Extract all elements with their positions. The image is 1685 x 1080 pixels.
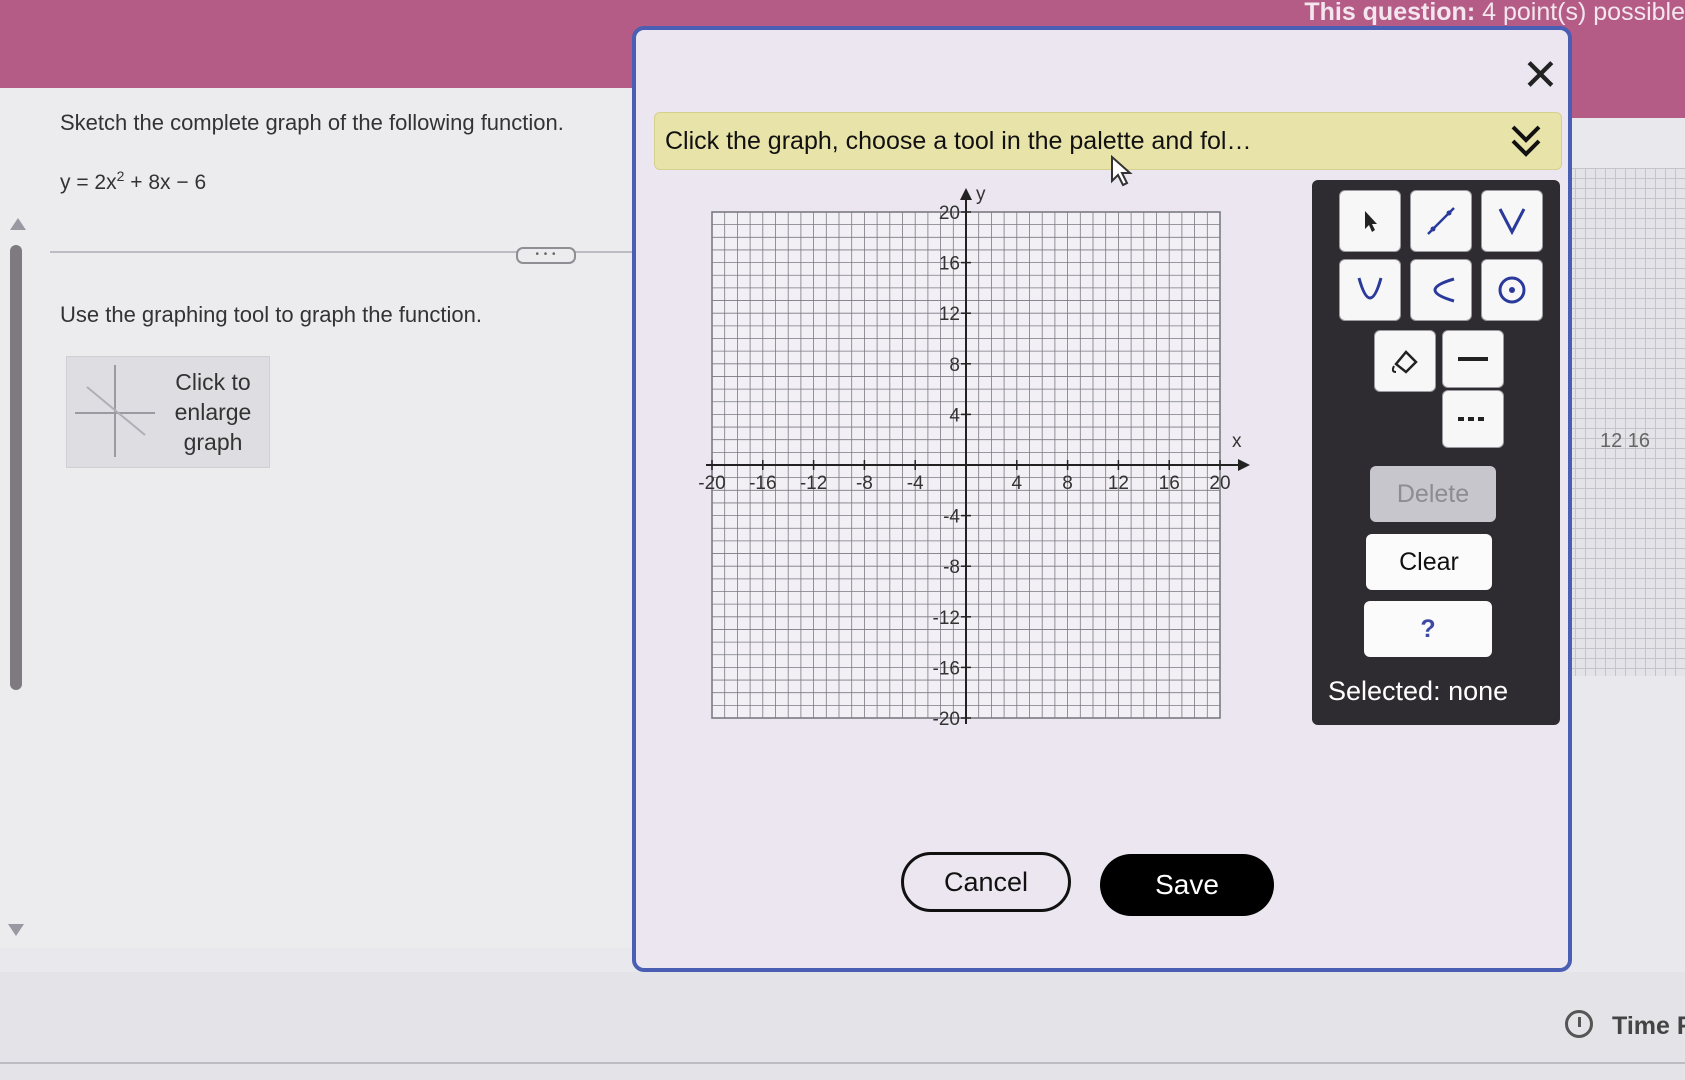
close-icon[interactable]: ✕	[1522, 54, 1559, 98]
x-tick-label: -20	[698, 473, 725, 494]
circle-icon	[1498, 276, 1526, 304]
parabola-up-tool[interactable]	[1339, 259, 1401, 321]
equation-rest: + 8x − 6	[124, 171, 207, 194]
graph-thumbnail-icon	[75, 365, 155, 457]
y-axis-arrow-icon	[960, 188, 972, 200]
x-tick-label: -12	[800, 473, 827, 494]
background-graph-strip	[1555, 168, 1685, 676]
pointer-tool[interactable]	[1339, 190, 1401, 252]
circle-tool[interactable]	[1481, 259, 1543, 321]
x-axis-label: x	[1232, 431, 1242, 452]
scrollbar[interactable]	[10, 245, 22, 690]
points-text: 4 point(s) possible	[1482, 0, 1685, 26]
y-tick-label: 20	[939, 203, 960, 224]
parabola-left-icon	[1433, 277, 1455, 303]
scroll-down-arrow-icon[interactable]	[8, 924, 24, 936]
solid-line-icon	[1458, 357, 1488, 361]
y-tick-label: -4	[943, 507, 960, 528]
y-tick-label: 4	[949, 405, 960, 426]
parabola-left-tool[interactable]	[1410, 259, 1472, 321]
clear-button[interactable]: Clear	[1366, 534, 1492, 590]
time-remaining-label: Time R	[1612, 1012, 1685, 1040]
x-tick-label: 8	[1062, 473, 1073, 494]
v-shape-tool[interactable]	[1481, 190, 1543, 252]
clock-icon	[1565, 1010, 1593, 1038]
x-tick-label: 12	[1108, 473, 1129, 494]
absolute-value-icon	[1498, 208, 1526, 236]
scroll-up-arrow-icon[interactable]	[10, 218, 26, 230]
solid-line-tool[interactable]	[1442, 330, 1504, 388]
parabola-up-icon	[1357, 277, 1383, 300]
footer-divider	[0, 1062, 1685, 1064]
y-tick-label: -16	[933, 658, 960, 679]
y-tick-label: -20	[933, 709, 960, 728]
x-tick-label: -4	[907, 473, 924, 494]
line-tool[interactable]	[1410, 190, 1472, 252]
function-equation: y = 2x2 + 8x − 6	[60, 168, 206, 195]
question-panel	[0, 88, 660, 948]
y-tick-label: 8	[949, 355, 960, 376]
hint-bar[interactable]: Click the graph, choose a tool in the pa…	[654, 112, 1562, 170]
pointer-icon	[1365, 211, 1377, 232]
more-button[interactable]: • • •	[516, 247, 576, 264]
delete-button[interactable]: Delete	[1370, 466, 1496, 522]
fill-tool[interactable]	[1374, 330, 1436, 392]
selected-tool-status: Selected: none	[1328, 676, 1509, 706]
line-tool-icon	[1427, 207, 1455, 235]
enlarge-graph-button[interactable]: Click to enlarge graph	[66, 356, 270, 468]
equation-lhs: y = 2x	[60, 171, 117, 194]
x-tick-label: 16	[1159, 473, 1180, 494]
graph-canvas[interactable]: x y -20 -16 -12 -8 -4 4 8 12 16 20 20 16 12 8 4 -4 -8 -12 -1…	[690, 178, 1250, 728]
y-tick-label: -8	[943, 557, 960, 578]
x-tick-label: 20	[1209, 473, 1230, 494]
y-axis-label: y	[976, 184, 986, 205]
x-tick-label: -8	[856, 473, 873, 494]
question-prompt: Sketch the complete graph of the followi…	[60, 110, 564, 135]
hint-text: Click the graph, choose a tool in the pa…	[665, 127, 1252, 155]
save-button[interactable]: Save	[1100, 854, 1274, 916]
y-tick-label: -12	[933, 608, 960, 629]
help-button[interactable]: ?	[1364, 601, 1492, 657]
y-tick-label: 12	[939, 304, 960, 325]
question-label: This question:	[1304, 0, 1476, 26]
x-tick-label: 4	[1012, 473, 1023, 494]
dashed-line-icon	[1458, 417, 1488, 421]
y-tick-label: 16	[939, 254, 960, 275]
paint-bucket-icon	[1391, 350, 1418, 374]
x-tick-label: -16	[749, 473, 776, 494]
double-chevron-down-icon[interactable]	[1509, 121, 1543, 161]
points-info: This question: 4 point(s) possible	[1304, 0, 1685, 27]
x-axis-arrow-icon	[1238, 459, 1250, 471]
instruction-text: Use the graphing tool to graph the funct…	[60, 302, 482, 327]
enlarge-graph-label: Click to enlarge graph	[174, 369, 252, 455]
dashed-line-tool[interactable]	[1442, 390, 1504, 448]
background-axis-labels: 12 16	[1600, 430, 1651, 452]
cancel-button[interactable]: Cancel	[901, 852, 1071, 912]
